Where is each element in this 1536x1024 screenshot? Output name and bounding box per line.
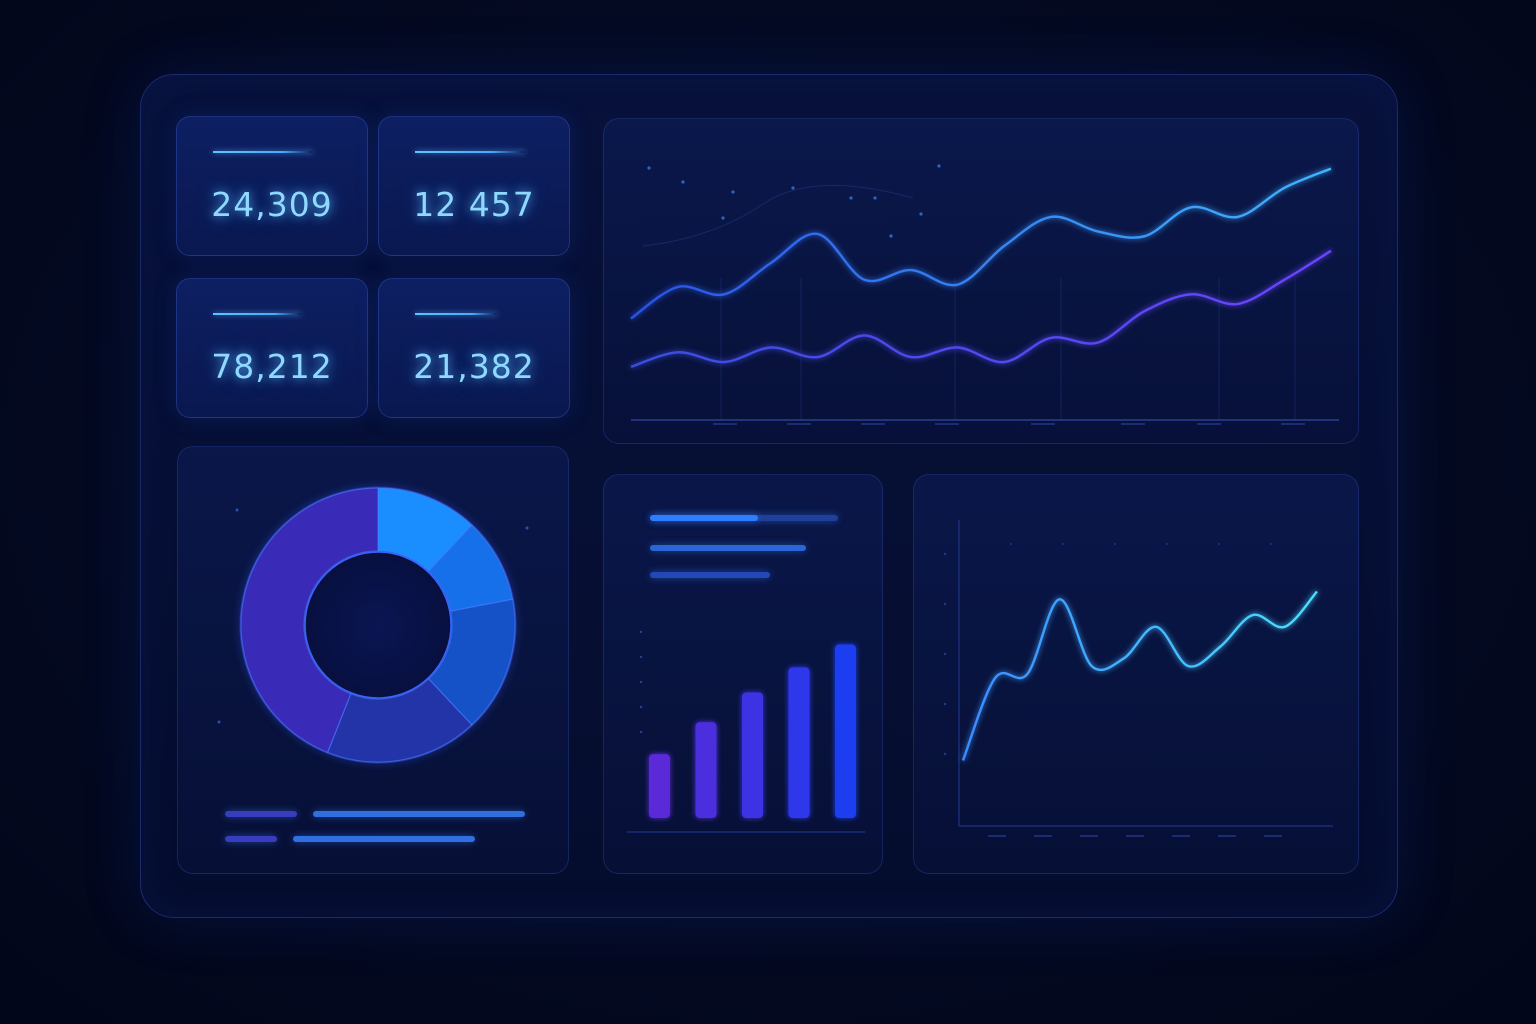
- wave-y-tick-2: [943, 602, 947, 606]
- bar-5: [835, 644, 856, 818]
- kpi-card-4-value: 21,382: [413, 347, 535, 386]
- kpi-card-2-rule: [415, 151, 525, 153]
- trend-decor-dot-3: [731, 190, 735, 194]
- kpi-card-1-value: 24,309: [211, 185, 333, 224]
- donut-legend-bar-1: [225, 811, 297, 817]
- wave-x-tick-1: [988, 835, 1006, 837]
- kpi-card-3-value: 78,212: [211, 347, 333, 386]
- donut-decor-dot-2: [525, 526, 529, 530]
- trend-decor-dot-5: [721, 216, 725, 220]
- donut-hole: [304, 551, 452, 699]
- wave-x-tick-5: [1172, 835, 1190, 837]
- kpi-card-3[interactable]: 78,212: [176, 278, 368, 418]
- trend-decor-curve: [642, 184, 914, 247]
- bar-3: [742, 692, 763, 818]
- trend-x-tick-5: [1031, 423, 1055, 425]
- trend-decor-dot-9: [937, 164, 941, 168]
- trend-x-tick-3: [861, 423, 885, 425]
- wave-grid-dot-6: [1270, 543, 1272, 545]
- trend-x-tick-8: [1281, 423, 1305, 425]
- wave-x-tick-7: [1264, 835, 1282, 837]
- donut-legend-bar-2: [313, 811, 525, 817]
- wave-x-tick-3: [1080, 835, 1098, 837]
- wave-grid-dot-2: [1062, 543, 1064, 545]
- donut-decor-dot-3: [217, 720, 221, 724]
- trend-x-tick-4: [935, 423, 959, 425]
- trend-series-1-line: [630, 167, 1332, 320]
- bar-axis-dot-3: [639, 680, 643, 684]
- trend-decor-dot-4: [791, 186, 795, 190]
- kpi-card-4[interactable]: 21,382: [378, 278, 570, 418]
- wave-y-tick-1: [943, 552, 947, 556]
- trend-decor-dot-2: [681, 180, 685, 184]
- wave-x-tick-4: [1126, 835, 1144, 837]
- trend-decor-dot-8: [919, 212, 923, 216]
- wave-x-tick-2: [1034, 835, 1052, 837]
- donut-legend-bar-4: [293, 836, 475, 842]
- kpi-card-4-rule: [415, 313, 497, 315]
- kpi-card-2-value: 12 457: [413, 185, 535, 224]
- wave-x-tick-6: [1218, 835, 1236, 837]
- kpi-card-2[interactable]: 12 457: [378, 116, 570, 256]
- wave-grid-dot-5: [1218, 543, 1220, 545]
- bar-axis-dot-1: [639, 630, 643, 634]
- wave-y-tick-5: [943, 752, 947, 756]
- trend-x-tick-1: [713, 423, 737, 425]
- trend-decor-dot-10: [889, 234, 893, 238]
- kpi-card-3-rule: [213, 313, 301, 315]
- bar-4: [788, 667, 810, 818]
- bar-axis-dot-2: [639, 655, 643, 659]
- donut-legend-bar-3: [225, 836, 277, 842]
- trend-x-tick-7: [1197, 423, 1221, 425]
- trend-line-chart: [630, 164, 1339, 425]
- wave-line-chart: [943, 520, 1333, 837]
- trend-x-tick-6: [1121, 423, 1145, 425]
- bar-axis-dot-4: [639, 705, 643, 709]
- wave-y-tick-3: [943, 652, 947, 656]
- trend-decor-dot-6: [849, 196, 853, 200]
- wave-y-tick-4: [943, 702, 947, 706]
- bar-2: [695, 722, 717, 818]
- bar-chart: [627, 630, 865, 833]
- trend-decor-dot-1: [647, 166, 651, 170]
- trend-x-tick-2: [787, 423, 811, 425]
- bar-axis-dot-5: [639, 730, 643, 734]
- dashboard-stage: 24,309 12 457 78,212 21,382: [0, 0, 1536, 1024]
- trend-decor-dot-7: [873, 196, 877, 200]
- bar-1: [649, 754, 670, 818]
- wave-series-1-line: [961, 590, 1318, 761]
- wave-grid-dot-3: [1114, 543, 1116, 545]
- donut-decor-dot-1: [235, 508, 239, 512]
- wave-grid-dot-4: [1166, 543, 1168, 545]
- donut-chart: [217, 486, 529, 764]
- kpi-card-1[interactable]: 24,309: [176, 116, 368, 256]
- kpi-card-1-rule: [213, 151, 313, 153]
- wave-grid-dot-1: [1010, 543, 1012, 545]
